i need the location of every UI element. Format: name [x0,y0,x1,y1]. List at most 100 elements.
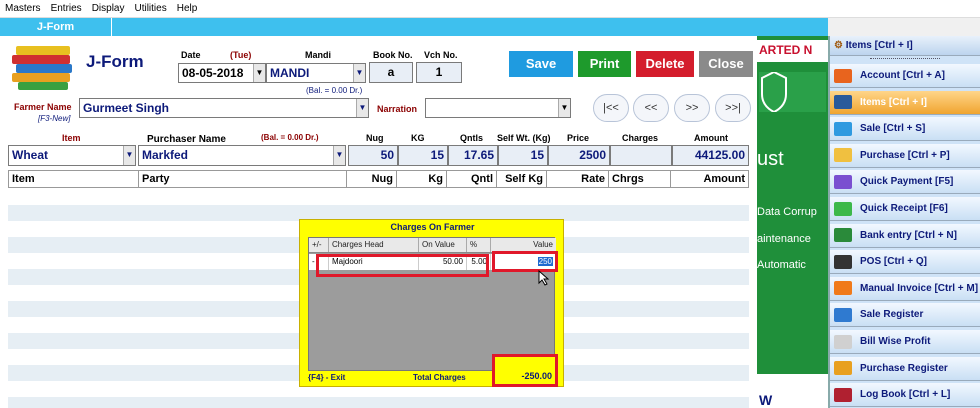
close-button[interactable]: Close [699,51,753,77]
table-row[interactable] [8,189,749,205]
grid-col-party[interactable]: Party [139,171,347,187]
mandi-value: MANDI [270,66,310,80]
price-label: Price [567,133,590,143]
items-header-icon: ⚙ [834,40,843,51]
sale-register-icon [834,307,852,322]
sidebar-item-account[interactable]: Account [Ctrl + A] [830,64,980,88]
menu-utilities[interactable]: Utilities [129,3,171,14]
save-button[interactable]: Save [509,51,573,77]
chevron-down-icon[interactable]: ▼ [253,64,265,82]
selfwt-field[interactable]: 15 [498,145,548,166]
item-value: Wheat [12,148,48,162]
menu-entries[interactable]: Entries [46,3,87,14]
print-button[interactable]: Print [578,51,631,77]
sidebar-item-sale[interactable]: Sale [Ctrl + S] [830,117,980,142]
mandi-select[interactable]: MANDI ▼ [266,63,366,83]
grid-col-qntl[interactable]: Qntl [447,171,497,187]
date-field[interactable]: 08-05-2018 ▼ [178,63,266,83]
items-icon [834,95,852,110]
sidebar-item-label: Quick Receipt [F6] [860,203,948,214]
grid-header: Item Party Nug Kg Qntl Self Kg Rate Chrg… [8,170,749,188]
prev-record-button[interactable]: << [633,94,669,122]
last-record-button[interactable]: >>| [715,94,751,122]
sidebar-item-label: Log Book [Ctrl + L] [860,389,951,401]
tab-j-form[interactable]: J-Form [0,18,112,36]
chevron-down-icon[interactable]: ▼ [356,99,368,117]
grid-col-amount[interactable]: Amount [671,171,748,187]
chevron-down-icon[interactable]: ▼ [123,146,135,165]
date-value: 08-05-2018 [182,66,244,80]
bg-line-3: aintenance [757,233,811,245]
price-field[interactable]: 2500 [548,145,610,166]
sidebar-item-bank-entry[interactable]: Bank entry [Ctrl + N] [830,223,980,248]
first-record-button[interactable]: |<< [593,94,629,122]
menu-bar: Masters Entries Display Utilities Help [0,0,980,18]
amount-field[interactable]: 44125.00 [672,145,749,166]
log-book-icon [834,387,852,402]
grid-col-nug[interactable]: Nug [347,171,397,187]
sidebar-item-items[interactable]: Items [Ctrl + I] [830,90,980,115]
highlight-charges-row [316,254,489,277]
sidebar-item-pos[interactable]: POS [Ctrl + Q] [830,250,980,275]
delete-button[interactable]: Delete [636,51,694,77]
sidebar-item-quick-receipt[interactable]: Quick Receipt [F6] [830,197,980,221]
menu-masters[interactable]: Masters [0,3,46,14]
sidebar-item-sale-register[interactable]: Sale Register [830,303,980,328]
purchase-icon [834,148,852,163]
bg-line-1: ust [757,148,784,170]
sidebar-item-log-book[interactable]: Log Book [Ctrl + L] [830,383,980,408]
purchaser-balance: (Bal. = 0.00 Dr.) [261,133,319,142]
vchno-field[interactable]: 1 [416,62,462,83]
table-row[interactable] [8,397,749,408]
account-icon [834,68,852,83]
menu-display[interactable]: Display [87,3,130,14]
nug-label: Nug [366,133,384,143]
selfwt-label: Self Wt. (Kg) [497,133,551,143]
sale-icon [834,121,852,136]
charges-col-value: Value [533,240,553,249]
charges-field[interactable] [610,145,672,166]
chevron-down-icon[interactable]: ▼ [333,146,345,165]
chevron-down-icon[interactable]: ▼ [353,64,365,82]
dialog-title: Charges On Farmer [390,222,475,232]
item-label: Item [62,133,81,143]
charges-col-onvalue: On Value [419,238,467,252]
shield-area [759,72,826,112]
next-record-button[interactable]: >> [674,94,710,122]
sidebar-header[interactable]: ⚙ Items [Ctrl + I] [830,36,980,56]
grid-col-chrgs[interactable]: Chrgs [609,171,671,187]
chevron-down-icon[interactable]: ▼ [558,99,570,117]
qntls-field[interactable]: 17.65 [448,145,498,166]
purchaser-select[interactable]: Markfed ▼ [138,145,346,166]
bookno-label: Book No. [373,50,413,60]
highlight-total-charges [492,354,558,387]
sidebar-item-quick-payment[interactable]: Quick Payment [F5] [830,170,980,195]
charges-col-head: Charges Head [329,238,419,252]
books-logo-icon [12,46,76,90]
mouse-cursor-icon [538,270,550,286]
sidebar-item-label: Bank entry [Ctrl + N] [860,229,957,241]
sidebar-item-purchase-register[interactable]: Purchase Register [830,356,980,381]
grid-col-item[interactable]: Item [9,171,139,187]
qntls-label: Qntls [460,133,484,143]
bank-entry-icon [834,228,852,243]
sidebar-item-label: Sale Register [860,309,924,321]
nug-field[interactable]: 50 [348,145,398,166]
bg-line-5: W [759,392,773,408]
sidebar-item-bill-wise-profit[interactable]: Bill Wise Profit [830,330,980,354]
grid-col-rate[interactable]: Rate [547,171,609,187]
narration-select[interactable]: ▼ [425,98,571,118]
sidebar-item-manual-invoice[interactable]: Manual Invoice [Ctrl + M] [830,276,980,301]
item-select[interactable]: Wheat ▼ [8,145,136,166]
quick-access-sidebar: ⚙ Items [Ctrl + I] Account [Ctrl + A] Ite… [828,36,980,408]
farmer-name-select[interactable]: Gurmeet Singh ▼ [79,98,369,118]
menu-help[interactable]: Help [172,3,203,14]
grid-col-selfkg[interactable]: Self Kg [497,171,547,187]
sidebar-item-purchase[interactable]: Purchase [Ctrl + P] [830,143,980,168]
bookno-field[interactable]: a [369,62,413,83]
charges-col-sign: +/- [309,238,329,252]
grid-col-kg[interactable]: Kg [397,171,447,187]
divider [870,58,940,60]
sidebar-item-label: Manual Invoice [Ctrl + M] [860,282,979,294]
kg-field[interactable]: 15 [398,145,448,166]
